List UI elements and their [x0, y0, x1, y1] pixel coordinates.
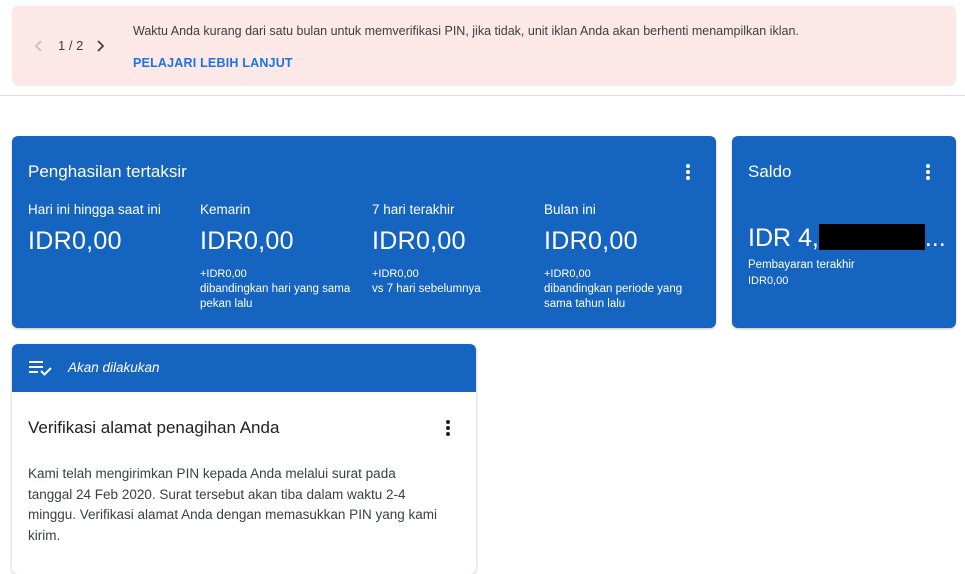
learn-more-link[interactable]: PELAJARI LEBIH LANJUT [133, 56, 293, 70]
task-title: Verifikasi alamat penagihan Anda [28, 418, 280, 437]
last-payment-amount: IDR0,00 [748, 275, 789, 287]
balance-title: Saldo [748, 162, 792, 181]
balance-value-suffix: ... [924, 224, 946, 252]
divider [0, 95, 965, 96]
pager-count: 1 / 2 [58, 38, 84, 53]
chevron-left-icon[interactable] [32, 39, 46, 53]
metric-delta: +IDR0,00 [544, 268, 591, 280]
chevron-right-icon[interactable] [93, 39, 107, 53]
metric-label: Kemarin [200, 202, 251, 217]
task-description: Kami telah mengirimkan PIN kepada Anda m… [28, 466, 437, 543]
metric-label: 7 hari terakhir [372, 202, 455, 217]
metric-value: IDR0,00 [544, 227, 638, 255]
banner-pager: 1 / 2 [32, 38, 107, 53]
balance-value-prefix: IDR 4, [748, 224, 819, 252]
estimated-earnings-card: Penghasilan tertaksir Hari ini hingga sa… [12, 136, 716, 328]
notification-banner: 1 / 2 Waktu Anda kurang dari satu bulan … [12, 6, 956, 86]
metric-delta: +IDR0,00 [372, 268, 419, 280]
todo-header-label: Akan dilakukan [68, 360, 160, 375]
metric-last-7-days[interactable]: 7 hari terakhir IDR0,00 +IDR0,00 vs 7 ha… [372, 202, 542, 297]
more-vert-icon[interactable] [918, 162, 938, 182]
todo-header: Akan dilakukan [12, 344, 476, 392]
metric-today[interactable]: Hari ini hingga saat ini IDR0,00 [28, 202, 198, 256]
metric-this-month[interactable]: Bulan ini IDR0,00 +IDR0,00 dibandingkan … [544, 202, 714, 312]
metric-value: IDR0,00 [28, 227, 122, 255]
metric-yesterday[interactable]: Kemarin IDR0,00 +IDR0,00 dibandingkan ha… [200, 202, 370, 312]
metric-compare: dibandingkan hari yang sama pekan lalu [200, 283, 351, 310]
earnings-title: Penghasilan tertaksir [28, 162, 187, 181]
metric-delta: +IDR0,00 [200, 268, 247, 280]
redaction-box [818, 224, 925, 250]
more-vert-icon[interactable] [438, 418, 458, 438]
metric-compare: dibandingkan periode yang sama tahun lal… [544, 283, 683, 310]
more-vert-icon[interactable] [678, 162, 698, 182]
metric-label: Bulan ini [544, 202, 596, 217]
metric-compare: vs 7 hari sebelumnya [372, 283, 481, 295]
balance-card: Saldo IDR 4,... Pembayaran terakhir IDR0… [732, 136, 956, 328]
banner-message: Waktu Anda kurang dari satu bulan untuk … [133, 24, 799, 38]
metric-value: IDR0,00 [200, 227, 294, 255]
balance-value: IDR 4,... [748, 224, 946, 253]
todo-card: Akan dilakukan Verifikasi alamat penagih… [12, 344, 476, 574]
metric-value: IDR0,00 [372, 227, 466, 255]
last-payment-label: Pembayaran terakhir [748, 259, 855, 271]
metric-label: Hari ini hingga saat ini [28, 202, 161, 217]
playlist-check-icon [29, 359, 53, 377]
